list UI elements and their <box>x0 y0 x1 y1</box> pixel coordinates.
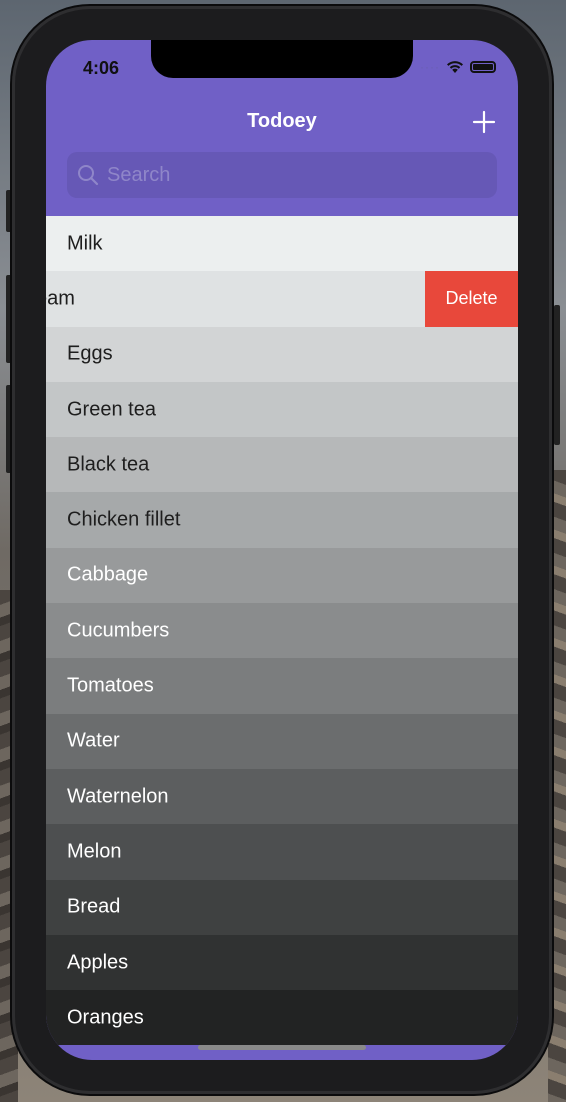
delete-button[interactable]: Delete <box>425 271 518 327</box>
wifi-icon <box>447 61 463 73</box>
search-icon <box>78 165 99 186</box>
power-button <box>554 305 560 445</box>
list-item-label: Green tea <box>67 398 156 421</box>
search-input[interactable] <box>105 162 489 188</box>
list-item[interactable]: Cucumbers <box>46 603 518 659</box>
list-item[interactable]: Waternelon <box>46 768 518 825</box>
list-item-label: Apples <box>67 951 129 973</box>
battery-icon <box>470 61 496 73</box>
list-item[interactable]: Bread <box>46 879 518 935</box>
search-bar <box>67 152 497 198</box>
signal-icon: ···· <box>420 60 440 74</box>
list-item[interactable]: Melon <box>46 824 518 880</box>
list-item-label: Waternelon <box>67 785 169 808</box>
status-time: 4:06 <box>83 58 120 78</box>
list-item[interactable]: Black tea <box>46 437 518 493</box>
list-item-label: Tomatoes <box>67 674 154 697</box>
list-item[interactable]: Water <box>46 713 518 769</box>
list-item[interactable]: Cabbage <box>46 547 518 604</box>
home-indicator[interactable] <box>198 1045 366 1050</box>
status-bar: 4:06 ···· <box>46 40 518 100</box>
list-item-label: Milk <box>67 232 103 255</box>
list-item-label: Oranges <box>67 1006 144 1029</box>
list-item-label: Cabbage <box>67 563 149 586</box>
list-item[interactable]: Chicken fillet <box>46 492 518 548</box>
nav-title: Todoey <box>247 110 317 132</box>
notch <box>151 40 413 78</box>
list-item-label: Cucumbers <box>67 619 170 642</box>
list-item-swiped[interactable]: eam Delete <box>46 271 518 327</box>
list-item-label: Water <box>67 729 120 752</box>
plus-icon[interactable] <box>472 110 496 134</box>
list-item[interactable]: Apples <box>46 934 518 991</box>
list-item[interactable]: Tomatoes <box>46 658 518 714</box>
list-item-label: Black tea <box>67 453 150 476</box>
list-item-label: Chicken fillet <box>67 508 181 531</box>
list-item[interactable]: Green tea <box>46 381 518 438</box>
todo-list: Milk eam Delete Eggs Green tea Black tea Chick… <box>46 216 518 1046</box>
list-item-label: Eggs <box>67 342 113 365</box>
list-item[interactable]: Milk <box>46 216 518 272</box>
list-item-label: eam <box>46 287 75 310</box>
list-item-label: Melon <box>67 840 122 863</box>
list-item[interactable]: Eggs <box>46 326 518 382</box>
status-icons: ···· <box>420 60 496 74</box>
list-item-label: Bread <box>67 895 121 918</box>
list-item[interactable]: Oranges <box>46 990 518 1046</box>
app-screen: 4:06 ···· Todoey Milk eam Delete Eggs Green … <box>46 40 518 1060</box>
